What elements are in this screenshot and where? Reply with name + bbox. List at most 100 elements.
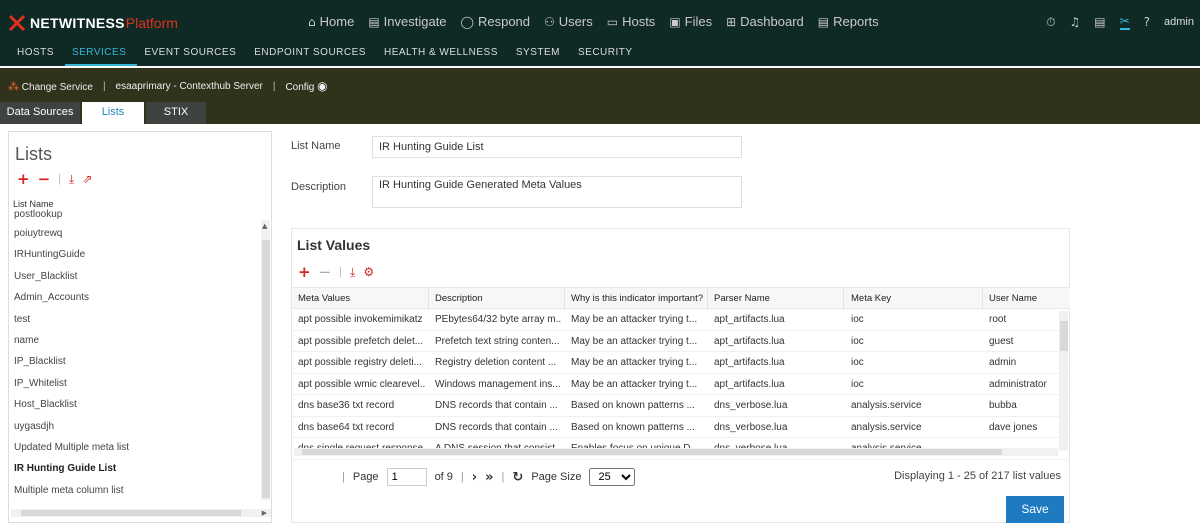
bell-icon[interactable]: ♫ (1069, 15, 1080, 29)
values-horizontal-scrollbar[interactable] (294, 448, 1058, 456)
table-cell: May be an attacker trying t... (571, 335, 698, 347)
investigate-icon: ▤ (368, 14, 380, 29)
nav-files[interactable]: ▣ Files (669, 14, 712, 29)
table-cell: dns_verbose.lua (714, 421, 788, 433)
nav-users[interactable]: ⚇ Users (544, 14, 593, 29)
table-cell: Based on known patterns ... (571, 400, 695, 411)
scrollbar-thumb[interactable] (21, 510, 241, 516)
refresh-icon[interactable]: ↻ (512, 470, 523, 485)
list-item[interactable]: User_Blacklist (9, 266, 261, 287)
admin-nav-event-sources[interactable]: EVENT SOURCES (137, 44, 247, 66)
import-icon[interactable]: ⤓ (69, 172, 74, 187)
page-number-input[interactable] (386, 468, 427, 486)
list-item[interactable]: IP_Whitelist (9, 373, 261, 394)
divider: | (501, 471, 505, 483)
top-bar: NETWITNESS Platform ⌂ Home ▤ Investigate ◯… (0, 0, 1200, 44)
nav-investigate[interactable]: ▤ Investigate (368, 14, 446, 29)
list-item[interactable]: poiuytrewq (9, 223, 261, 244)
values-vertical-scrollbar[interactable] (1059, 311, 1068, 451)
table-row[interactable]: dns base64 txt record DNS records that co… (292, 417, 1070, 438)
chevron-down-circle-icon: ◉ (317, 79, 328, 93)
table-row[interactable]: apt possible wmic clearevel... Windows ma… (292, 374, 1070, 395)
column-header-parser-name[interactable]: Parser Name (708, 288, 841, 309)
table-cell: guest (989, 335, 1014, 347)
admin-nav-services[interactable]: SERVICES (64, 44, 138, 66)
column-header-meta-values[interactable]: Meta Values (292, 288, 426, 309)
table-cell: apt_artifacts.lua (714, 378, 785, 390)
tab-lists[interactable]: Lists (82, 102, 144, 124)
list-item[interactable]: IP_Blacklist (9, 351, 261, 372)
scroll-right-icon[interactable]: ▶ (262, 509, 267, 517)
nav-reports[interactable]: ▤ Reports (818, 14, 879, 29)
user-menu[interactable]: admin (1164, 16, 1194, 28)
divider: | (339, 266, 343, 278)
column-header-why-important[interactable]: Why is this indicator important? (565, 288, 708, 309)
scrollbar-thumb[interactable] (302, 449, 1002, 455)
admin-nav-hosts[interactable]: HOSTS (10, 44, 65, 66)
admin-nav-system[interactable]: SYSTEM (509, 44, 571, 66)
list-name-input[interactable]: IR Hunting Guide List (372, 136, 742, 158)
help-icon[interactable]: ? (1144, 15, 1150, 29)
list-item[interactable]: IRHuntingGuide (9, 244, 261, 265)
lists-title: Lists (15, 144, 53, 164)
tab-data-sources[interactable]: Data Sources (0, 102, 80, 124)
admin-nav-security[interactable]: SECURITY (571, 44, 644, 66)
config-tabs: Data Sources Lists STIX (0, 102, 1200, 124)
config-label: Config (285, 82, 315, 93)
brand-logo[interactable]: NETWITNESS Platform (8, 13, 178, 33)
list-item[interactable]: postlookup (9, 209, 261, 223)
table-body: apt possible invokemimikatz PEbytes64/32 … (292, 309, 1070, 460)
table-row[interactable]: dns base36 txt record DNS records that co… (292, 395, 1070, 417)
list-item[interactable]: test (9, 309, 261, 330)
admin-nav-endpoint-sources[interactable]: ENDPOINT SOURCES (247, 44, 377, 66)
remove-value-icon[interactable]: − (319, 263, 332, 281)
column-header-user-name[interactable]: User Name (983, 288, 1059, 309)
scroll-up-icon[interactable]: ▲ (262, 222, 267, 230)
config-menu[interactable]: Config ◉ (285, 79, 327, 93)
save-button[interactable]: Save (1006, 496, 1064, 523)
nav-dashboard[interactable]: ⊞ Dashboard (726, 14, 804, 29)
nav-respond[interactable]: ◯ Respond (461, 14, 530, 29)
list-item[interactable]: Updated Multiple meta list (9, 437, 261, 458)
column-header-meta-key[interactable]: Meta Key (845, 288, 982, 309)
scrollbar-thumb[interactable] (262, 240, 270, 498)
remove-list-icon[interactable]: − (38, 170, 51, 188)
settings-gear-icon[interactable]: ⚙ (363, 265, 374, 279)
import-values-icon[interactable]: ⤓ (350, 265, 355, 280)
add-value-icon[interactable]: + (298, 263, 311, 281)
list-item[interactable]: Host_Blacklist (9, 394, 261, 415)
admin-tools-icon[interactable]: ✂ (1119, 14, 1130, 30)
service-name: esaaprimary - Contexthub Server (115, 80, 263, 92)
export-icon[interactable]: ⇗ (82, 172, 92, 186)
admin-nav-health-wellness[interactable]: HEALTH & WELLNESS (377, 44, 509, 66)
list-item[interactable]: uygasdjh (9, 416, 261, 437)
table-row[interactable]: apt possible invokemimikatz PEbytes64/32 … (292, 309, 1070, 331)
lists-horizontal-scrollbar[interactable]: ▶ (11, 509, 271, 517)
nav-reports-label: Reports (833, 14, 879, 29)
table-cell: ioc (851, 335, 864, 347)
change-service-button[interactable]: ⁂ Change Service (8, 80, 93, 93)
list-name-header: List Name (13, 199, 54, 209)
page-size-select[interactable]: 25 (589, 468, 636, 486)
description-input[interactable]: IR Hunting Guide Generated Meta Values (372, 176, 742, 208)
timer-icon[interactable]: ⏱ (1046, 15, 1055, 30)
notes-icon[interactable]: ▤ (1094, 15, 1105, 29)
last-page-icon[interactable]: » (485, 470, 493, 485)
reports-icon: ▤ (817, 14, 830, 29)
scrollbar-thumb[interactable] (1060, 321, 1068, 351)
table-row[interactable]: apt possible prefetch delet... Prefetch t… (292, 331, 1070, 352)
list-item[interactable]: name (9, 330, 261, 351)
table-row[interactable]: apt possible registry deleti... Registry … (292, 352, 1070, 374)
nav-home[interactable]: ⌂ Home (308, 14, 354, 29)
list-item-selected[interactable]: IR Hunting Guide List (9, 458, 261, 479)
add-list-icon[interactable]: + (17, 170, 30, 188)
lists-vertical-scrollbar[interactable]: ▲ (261, 220, 270, 500)
nav-hosts[interactable]: ▭ Hosts (607, 14, 656, 29)
list-item[interactable]: Admin_Accounts (9, 287, 261, 308)
top-right-tools: ⏱ ♫ ▤ ✂ ? admin (1046, 14, 1194, 30)
next-page-icon[interactable]: › (472, 470, 477, 485)
list-item[interactable]: Multiple meta column list (9, 480, 261, 499)
tab-stix[interactable]: STIX (146, 102, 206, 124)
column-header-description[interactable]: Description (429, 288, 562, 309)
lists-toolbar: + − | ⤓ ⇗ (17, 170, 92, 188)
